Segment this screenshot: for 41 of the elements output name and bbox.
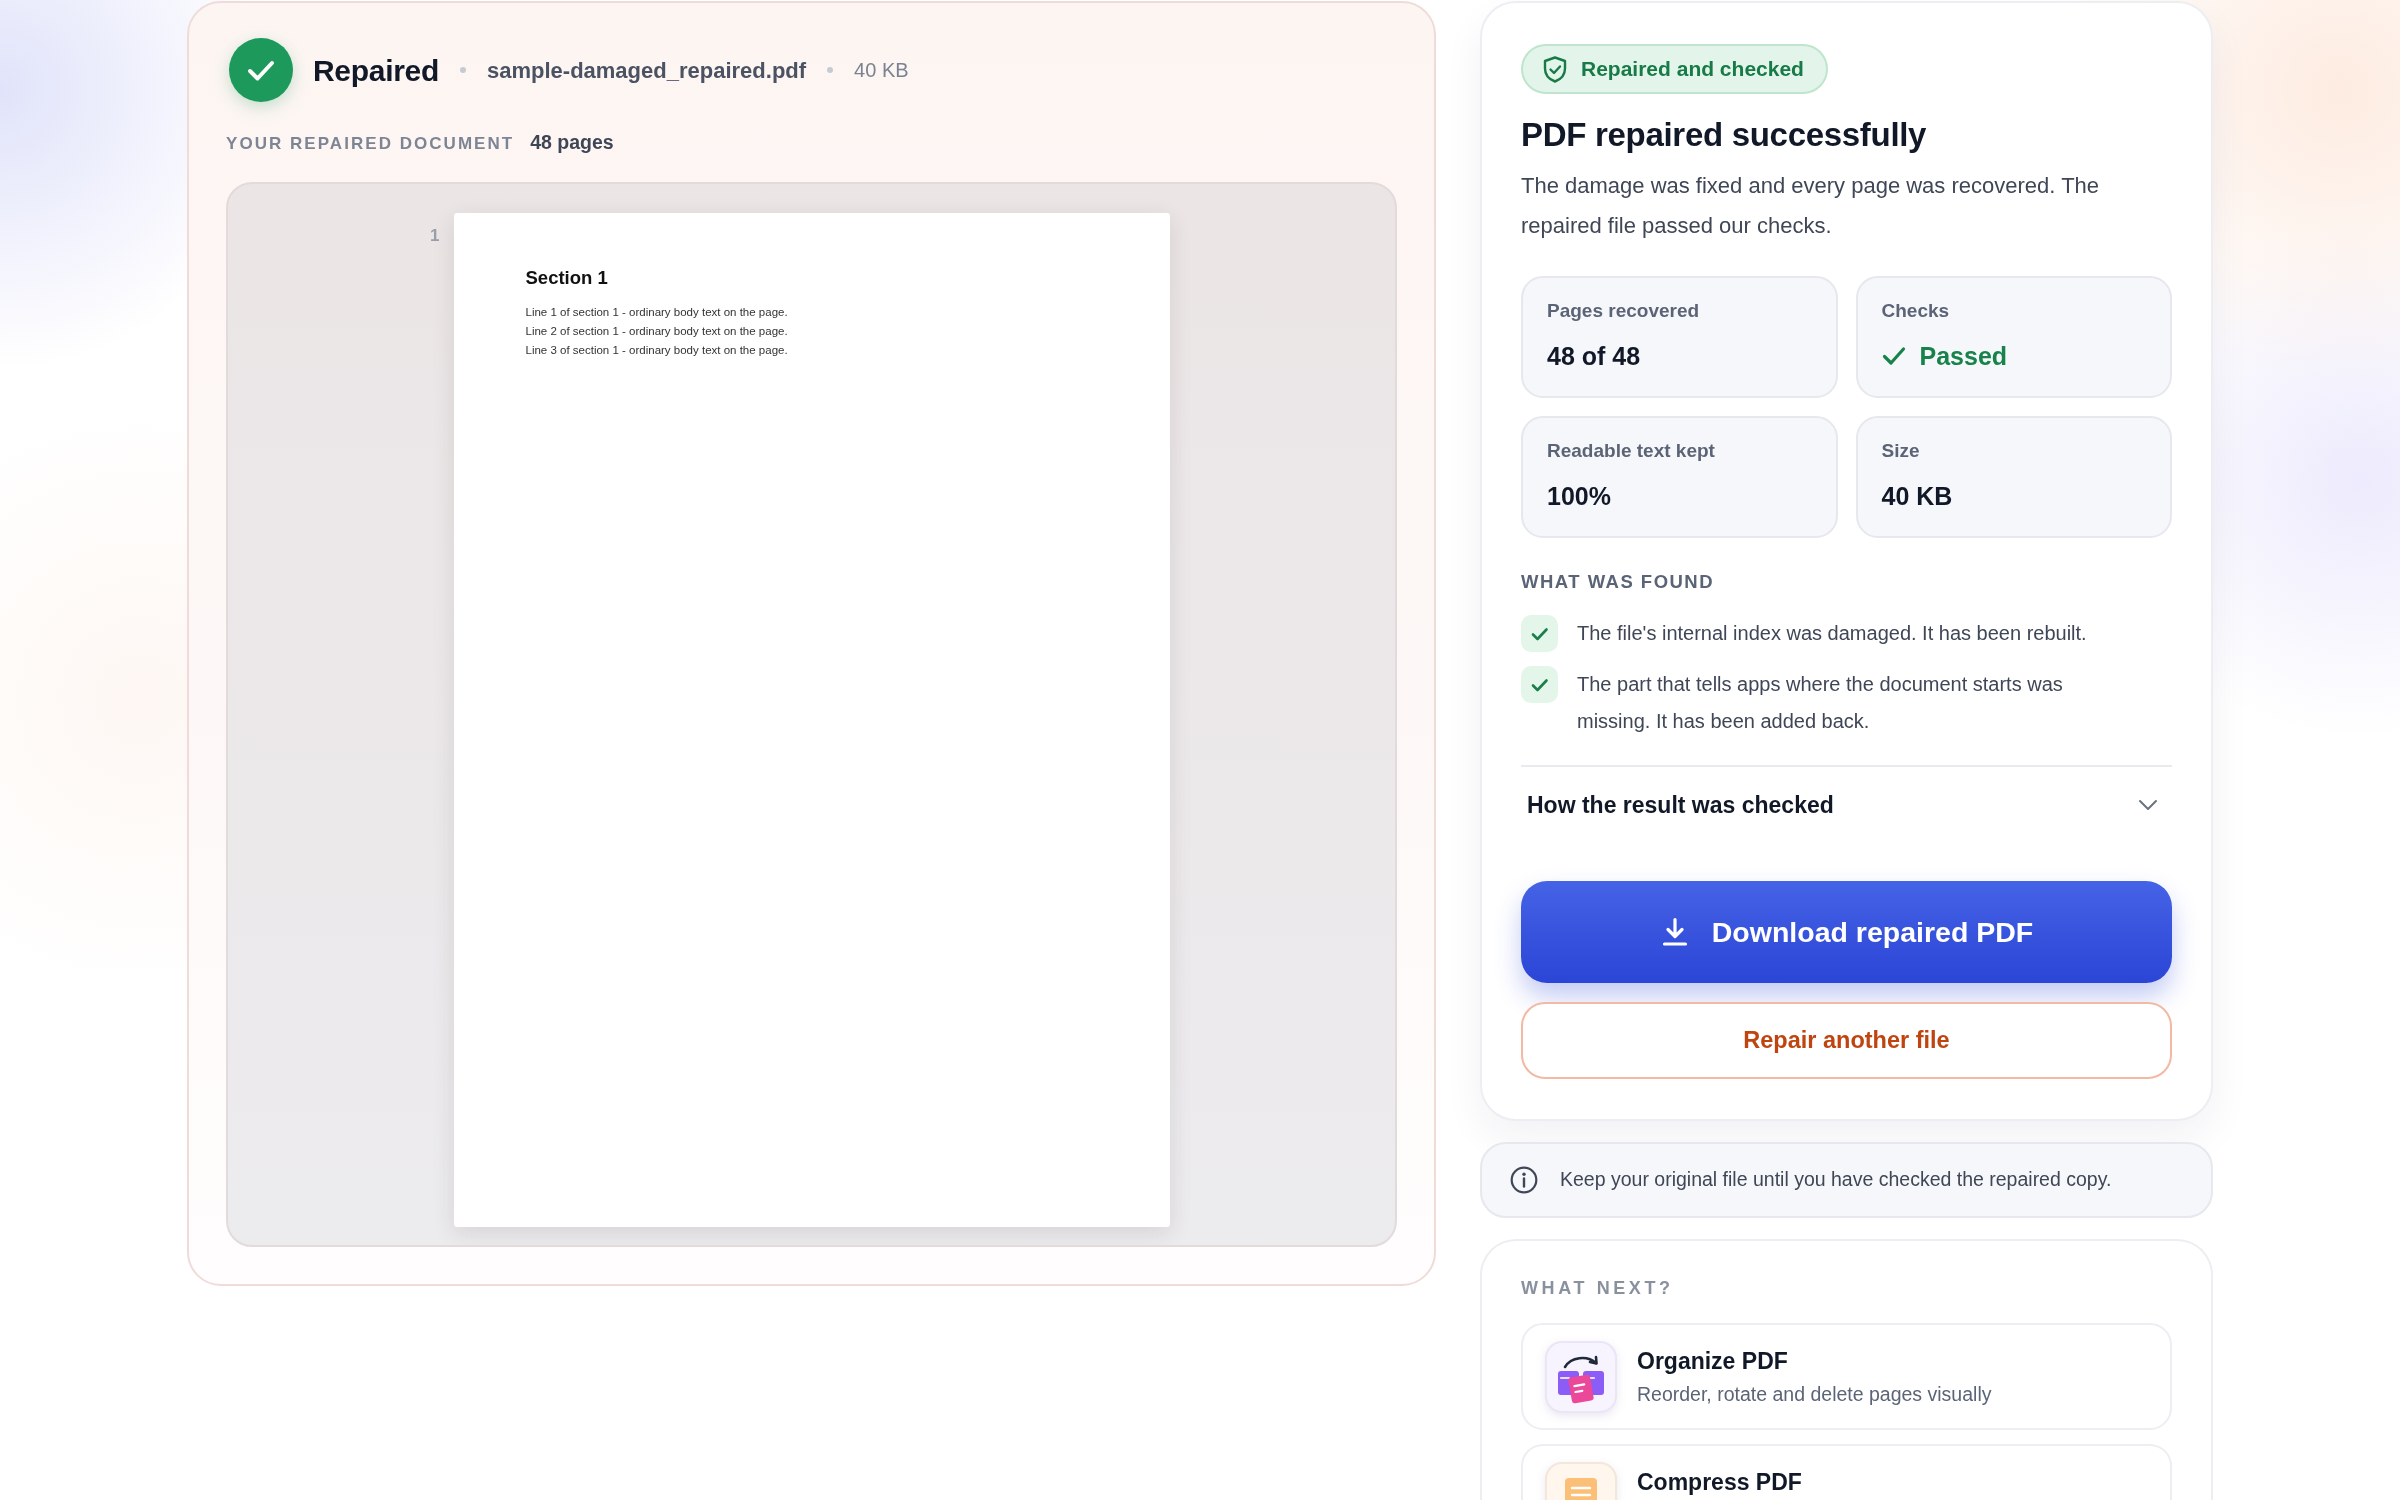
status-text: Repaired and checked bbox=[1581, 56, 1804, 83]
info-icon bbox=[1510, 1166, 1538, 1194]
section-label: YOUR REPAIRED DOCUMENT bbox=[226, 133, 515, 155]
check-icon bbox=[1881, 346, 1906, 366]
check-icon bbox=[1521, 666, 1558, 703]
tool-card[interactable]: Compress PDF bbox=[1521, 1444, 2172, 1500]
check-circle-icon bbox=[229, 38, 293, 102]
summary-description: The damage was fixed and every page was recovered. The repaired file passed our checks. bbox=[1521, 172, 2101, 240]
body-text-line: Line 2 of section 1 - ordinary body text on the page. bbox=[525, 324, 789, 340]
documents-icon bbox=[1545, 1341, 1617, 1413]
section-heading: WHAT NEXT? bbox=[1521, 1277, 1675, 1299]
tool-description: Reorder, rotate and delete pages visually bbox=[1637, 1382, 1992, 1407]
file-size: 40 KB bbox=[854, 58, 909, 83]
details-toggle[interactable]: How the result was checked bbox=[1521, 765, 2172, 841]
finding-text: The part that tells apps where the document starts was missing. It has been added back. bbox=[1577, 672, 2064, 734]
stat-value: 40 KB bbox=[1881, 482, 1953, 510]
page-number: 1 bbox=[430, 227, 440, 245]
stat-label: Size bbox=[1881, 440, 1921, 462]
stat-label: Checks bbox=[1881, 300, 1951, 322]
finding-text: The file's internal index was damaged. It has been rebuilt. bbox=[1577, 621, 2087, 646]
tool-card[interactable]: Organize PDF Reorder, rotate and delete pages visually bbox=[1521, 1323, 2172, 1430]
notice-text: Keep your original file until you have checked the repaired copy. bbox=[1560, 1167, 2112, 1193]
download-button[interactable]: Download repaired PDF bbox=[1521, 881, 2172, 983]
page-heading: Section 1 bbox=[525, 267, 609, 290]
body-text-line: Line 3 of section 1 - ordinary body text on the page. bbox=[525, 343, 789, 359]
body-text-line: Line 1 of section 1 - ordinary body text on the page. bbox=[525, 305, 789, 321]
stat-value: 48 of 48 bbox=[1547, 342, 1641, 370]
check-icon bbox=[1521, 615, 1558, 652]
stat-value: 100% bbox=[1547, 482, 1611, 510]
file-name: sample-damaged_repaired.pdf bbox=[487, 56, 807, 85]
shield-check-icon bbox=[1543, 55, 1567, 83]
stat-value: Passed bbox=[1919, 342, 2008, 370]
tool-title: Compress PDF bbox=[1637, 1468, 1802, 1496]
repair-another-button[interactable]: Repair another file bbox=[1521, 1002, 2172, 1079]
page-count: 48 pages bbox=[530, 130, 614, 155]
summary-title: PDF repaired successfully bbox=[1521, 115, 1928, 155]
status-title: Repaired bbox=[313, 52, 439, 89]
section-heading: WHAT WAS FOUND bbox=[1521, 571, 1716, 593]
tool-title: Organize PDF bbox=[1637, 1347, 1789, 1375]
stat-label: Readable text kept bbox=[1547, 440, 1716, 462]
stat-label: Pages recovered bbox=[1547, 300, 1701, 322]
